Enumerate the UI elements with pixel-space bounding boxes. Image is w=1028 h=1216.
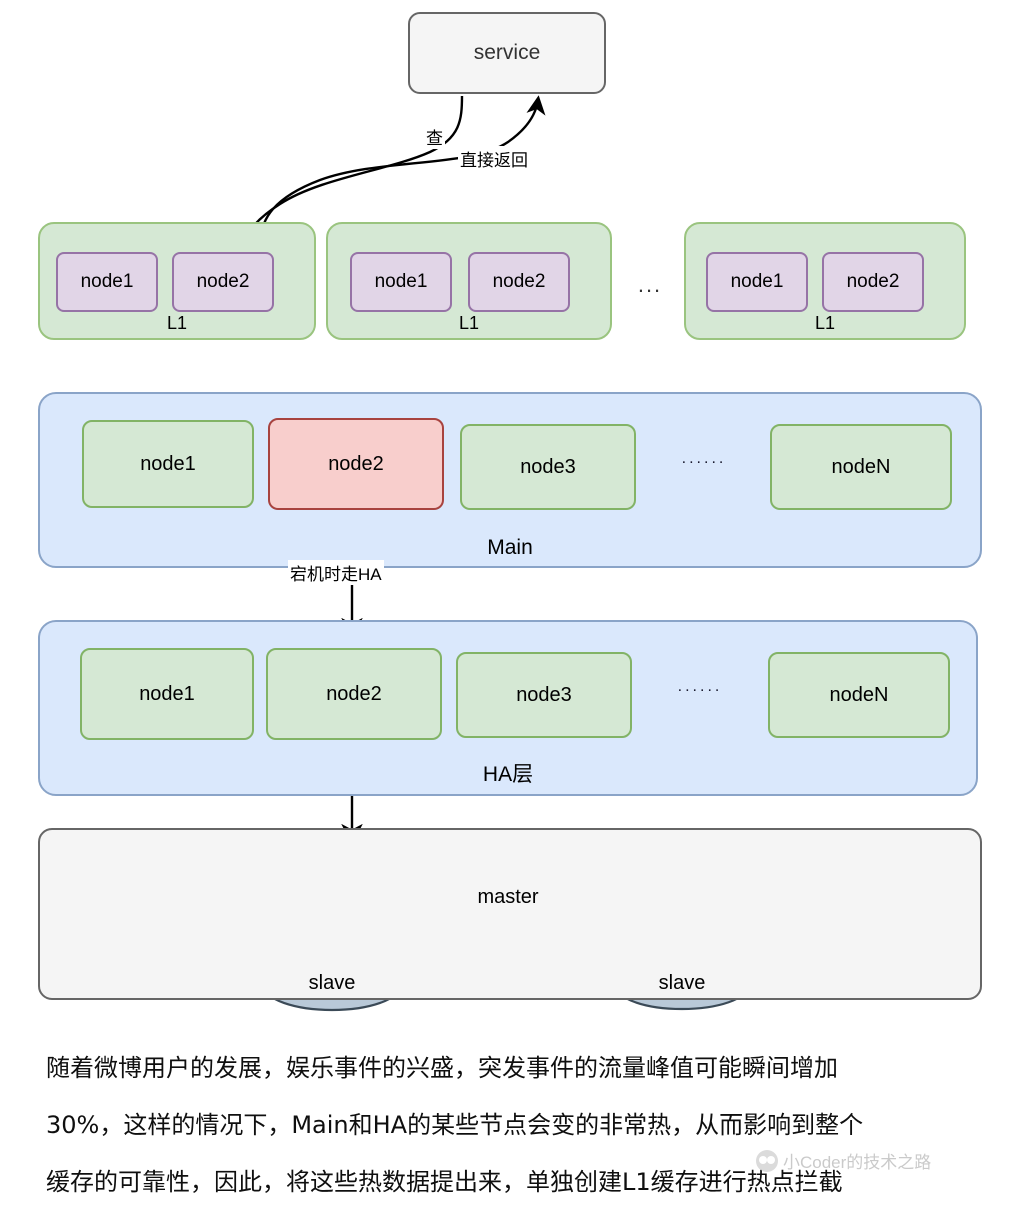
l1-group-3-node1[interactable]: node1 — [706, 252, 808, 312]
l1-group-2-node1[interactable]: node1 — [350, 252, 452, 312]
l1-group-3[interactable]: node1 node2 L1 — [684, 222, 966, 340]
ha-layer-node1[interactable]: node1 — [80, 648, 254, 740]
arrow-return-label: 直接返回 — [458, 146, 530, 171]
l1-group-1[interactable]: node1 node2 L1 — [38, 222, 316, 340]
ha-layer-nodeN[interactable]: nodeN — [768, 652, 950, 738]
main-layer-label: Main — [487, 536, 533, 559]
ha-layer-node3[interactable]: node3 — [456, 652, 632, 738]
main-layer[interactable]: node1 node2 node3 ...... nodeN Main — [38, 392, 982, 568]
l1-group-1-label: L1 — [166, 313, 188, 333]
arrow-query-label: 查 — [424, 124, 445, 149]
diagram-canvas — [236, 95, 750, 1012]
main-layer-node2-hot[interactable]: node2 — [268, 418, 444, 510]
paragraph-line-2: 30%，这样的情况下，Main和HA的某些节点会变的非常热，从而影响到整个 — [46, 1111, 864, 1139]
arrow-failover-label: 宕机时走HA — [288, 560, 384, 585]
service-label: service — [473, 41, 541, 64]
l1-group-1-node1[interactable]: node1 — [56, 252, 158, 312]
main-layer-node1[interactable]: node1 — [82, 420, 254, 508]
service-box[interactable]: service — [408, 12, 606, 94]
db-layer[interactable] — [38, 828, 982, 1000]
paragraph-line-1: 随着微博用户的发展，娱乐事件的兴盛，突发事件的流量峰值可能瞬间增加 — [46, 1054, 838, 1082]
ha-layer[interactable]: node1 node2 node3 ...... nodeN HA层 — [38, 620, 978, 796]
paragraph-line-3: 缓存的可靠性，因此，将这些热数据提出来，单独创建L1缓存进行热点拦截 — [46, 1168, 843, 1196]
l1-group-2-label: L1 — [458, 313, 480, 333]
l1-group-1-node2[interactable]: node2 — [172, 252, 274, 312]
l1-group-2[interactable]: node1 node2 L1 — [326, 222, 612, 340]
main-layer-nodeN[interactable]: nodeN — [770, 424, 952, 510]
ha-layer-node2[interactable]: node2 — [266, 648, 442, 740]
l1-group-3-label: L1 — [814, 313, 836, 333]
main-layer-node3[interactable]: node3 — [460, 424, 636, 510]
l1-group-2-node2[interactable]: node2 — [468, 252, 570, 312]
ha-layer-label: HA层 — [482, 763, 534, 786]
main-layer-ellipsis: ...... — [681, 450, 727, 467]
explanatory-paragraph: 随着微博用户的发展，娱乐事件的兴盛，突发事件的流量峰值可能瞬间增加 30%，这样… — [46, 1040, 990, 1211]
l1-group-3-node2[interactable]: node2 — [822, 252, 924, 312]
ha-layer-ellipsis: ...... — [677, 678, 723, 695]
l1-groups-ellipsis: ... — [637, 272, 663, 297]
